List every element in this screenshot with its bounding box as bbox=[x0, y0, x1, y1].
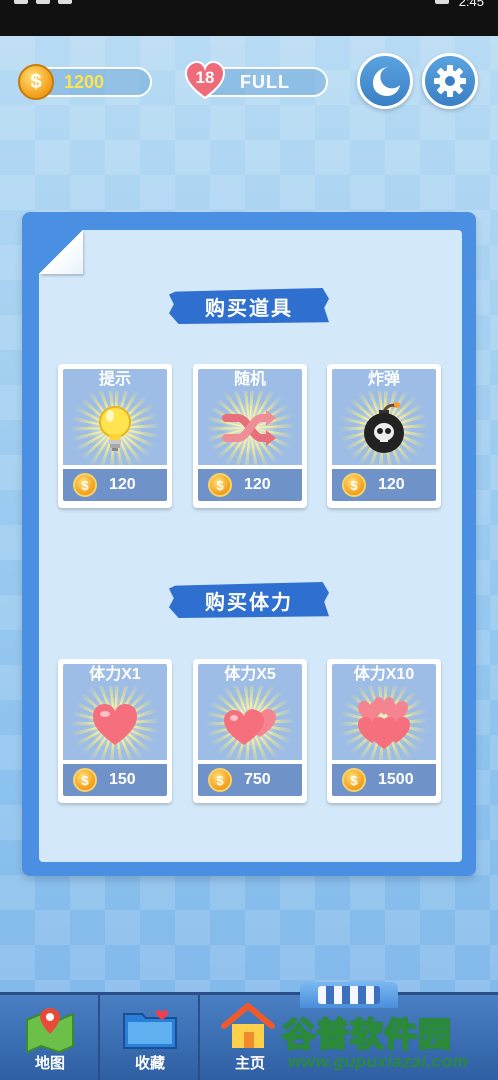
coin-icon: $ bbox=[342, 768, 366, 792]
status-bar: 2:45 bbox=[0, 0, 498, 36]
nav-favorites-label: 收藏 bbox=[134, 1055, 165, 1072]
home-icon bbox=[221, 1003, 275, 1048]
coin-icon: $ bbox=[18, 64, 54, 100]
item-card-hint[interactable]: 提示 $ 120 bbox=[58, 364, 172, 508]
signal-icon bbox=[14, 0, 28, 4]
watermark-brand: 谷普软件园 bbox=[281, 1015, 452, 1054]
nav-shop-tab[interactable] bbox=[300, 982, 398, 1008]
night-mode-button[interactable] bbox=[357, 53, 413, 109]
item-price: 120 bbox=[109, 476, 136, 493]
item-card-bomb[interactable]: 炸弹 $ 120 bbox=[327, 364, 441, 508]
watermark-url: www.gupuxiazai.com bbox=[288, 1052, 469, 1071]
nav-item-map[interactable]: 地图 bbox=[0, 992, 100, 1080]
coin-icon: $ bbox=[342, 473, 366, 497]
energy-price: 750 bbox=[244, 771, 271, 788]
shop-awning-icon bbox=[318, 986, 380, 1004]
energy-price: 1500 bbox=[378, 771, 414, 788]
item-card-shuffle[interactable]: 随机 $ 120 bbox=[193, 364, 307, 508]
coin-icon: $ bbox=[73, 768, 97, 792]
status-time: 2:45 bbox=[458, 0, 484, 9]
shuffle-icon bbox=[222, 410, 276, 446]
coin-icon: $ bbox=[208, 768, 232, 792]
gear-icon bbox=[434, 65, 466, 97]
lightbulb-icon bbox=[99, 406, 131, 451]
moon-icon bbox=[373, 67, 400, 96]
many-hearts-icon bbox=[358, 697, 410, 749]
item-name: 提示 bbox=[63, 369, 167, 391]
energy-name: 体力X10 bbox=[332, 664, 436, 686]
settings-button[interactable] bbox=[422, 53, 478, 109]
heart-icon: 18 bbox=[184, 60, 226, 102]
item-price: 120 bbox=[244, 476, 271, 493]
hearts-icon bbox=[224, 709, 276, 745]
items-section-title: 购买道具 bbox=[169, 288, 329, 324]
coin-icon: $ bbox=[208, 473, 232, 497]
item-name: 炸弹 bbox=[332, 369, 436, 391]
notification-icon bbox=[58, 0, 72, 4]
energy-name: 体力X1 bbox=[63, 664, 167, 686]
energy-section-title: 购买体力 bbox=[169, 582, 329, 618]
energy-card-x1[interactable]: 体力X1 $ 150 bbox=[58, 659, 172, 803]
map-icon bbox=[26, 1008, 74, 1054]
energy-card-x10[interactable]: 体力X10 $ 1500 bbox=[327, 659, 441, 803]
watermark: 谷普软件园 www.gupuxiazai.com bbox=[272, 1008, 498, 1080]
energy-price: 150 bbox=[109, 771, 136, 788]
coin-amount: 1200 bbox=[64, 71, 105, 92]
nav-item-favorites[interactable]: 收藏 bbox=[100, 992, 200, 1080]
bomb-icon bbox=[364, 402, 404, 453]
item-price: 120 bbox=[378, 476, 405, 493]
coin-icon: $ bbox=[73, 473, 97, 497]
lives-count: 18 bbox=[195, 68, 215, 87]
lives-status: FULL bbox=[240, 71, 290, 92]
wifi-icon bbox=[36, 0, 50, 4]
status-left-icons bbox=[14, 0, 72, 4]
folder-icon bbox=[123, 1009, 177, 1049]
energy-card-x5[interactable]: 体力X5 $ 750 bbox=[193, 659, 307, 803]
energy-name: 体力X5 bbox=[198, 664, 302, 686]
page-fold-flap bbox=[39, 230, 83, 274]
nav-map-label: 地图 bbox=[34, 1055, 65, 1072]
heart-icon bbox=[93, 704, 137, 745]
status-right: 2:45 bbox=[434, 0, 484, 9]
item-name: 随机 bbox=[198, 369, 302, 391]
battery-icon bbox=[434, 0, 449, 4]
